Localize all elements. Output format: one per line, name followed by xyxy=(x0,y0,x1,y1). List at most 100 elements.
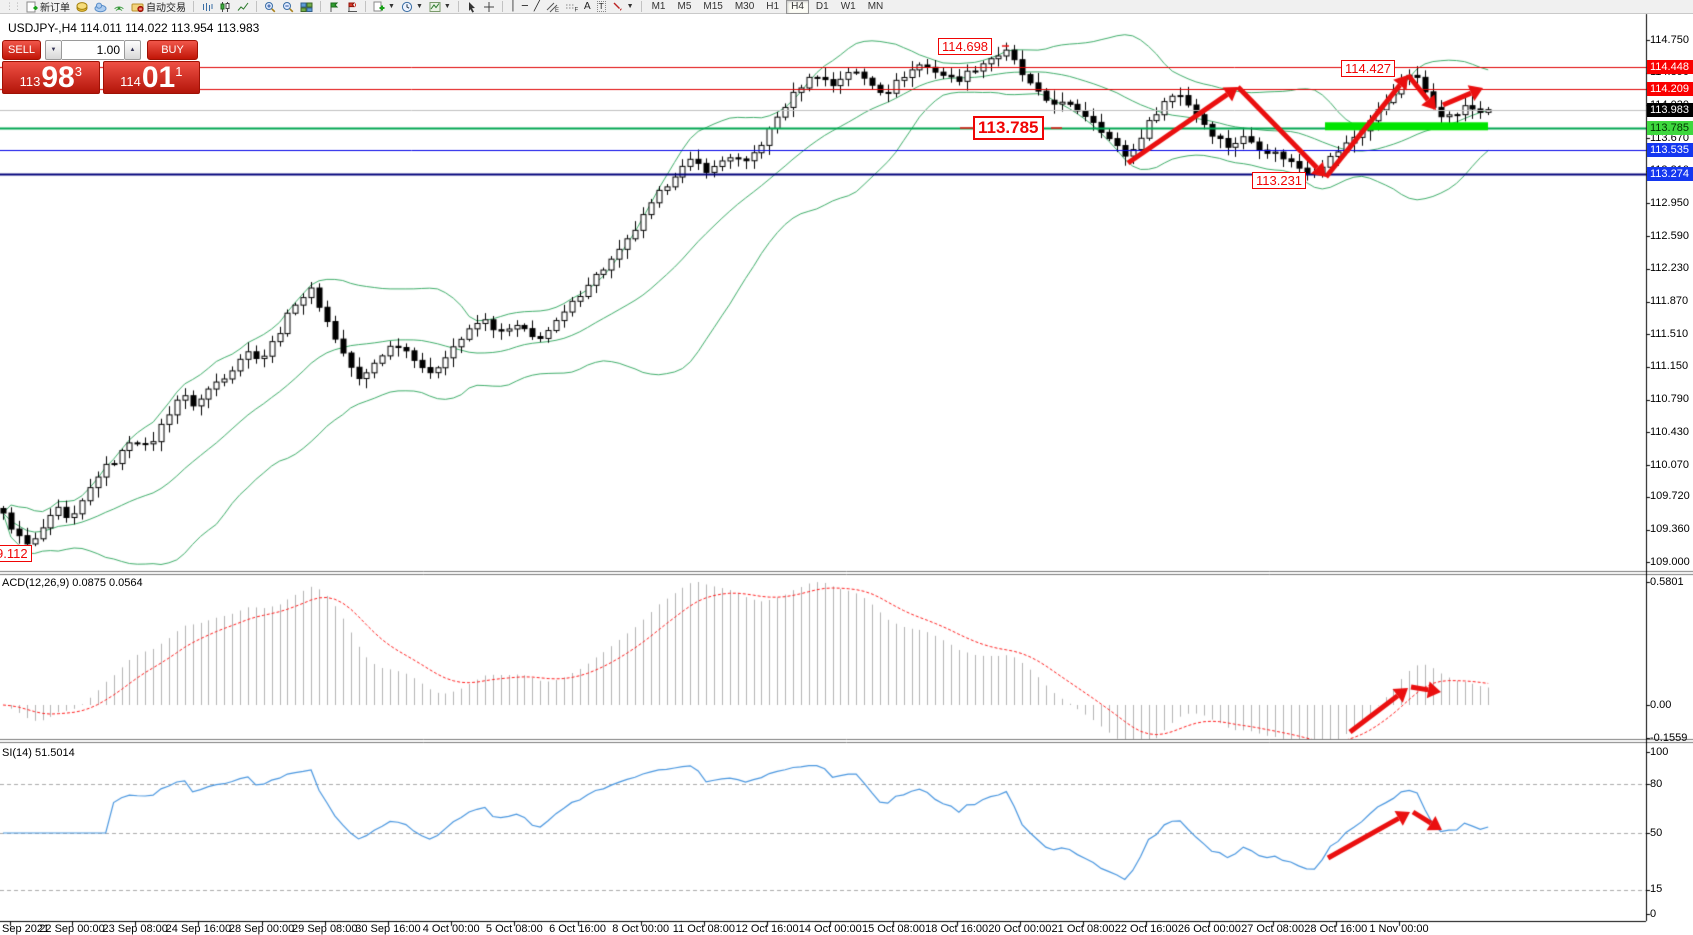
equidistant-channel-icon: E xyxy=(546,1,559,13)
price-badge: 113.274 xyxy=(1647,167,1693,181)
indicators-button[interactable]: ▼ xyxy=(371,0,397,13)
crosshair-button[interactable] xyxy=(481,0,497,13)
arrows-button[interactable]: ▼ xyxy=(610,0,636,13)
label-button[interactable]: T xyxy=(595,0,608,13)
time-axis-label: 22 Sep 00:00 xyxy=(39,923,104,935)
main-toolbar: ⋮⋮ 新订单 自动交易 ▼ ▼ ▼ │ ─ ╱ E F A T ▼ M1M5M1… xyxy=(0,0,1693,14)
chart-line-button[interactable] xyxy=(235,0,251,13)
rsi-indicator-label: SI(14) 51.5014 xyxy=(2,747,75,759)
cloud-button[interactable] xyxy=(92,0,109,13)
time-axis-label: 1 Nov 00:00 xyxy=(1369,923,1428,935)
toolbar-grip: ⋮⋮ xyxy=(5,1,21,12)
chart-bars-button[interactable] xyxy=(199,0,215,13)
price-callout: 114.427 xyxy=(1341,60,1395,77)
price-axis-tick: 109.360 xyxy=(1650,523,1690,535)
toolbar-separator xyxy=(458,1,459,12)
rsi-axis-tick: 50 xyxy=(1650,827,1662,839)
timeframe-button-m5[interactable]: M5 xyxy=(672,0,696,14)
candlestick-icon xyxy=(219,1,231,13)
time-axis-label: 29 Sep 08:00 xyxy=(292,923,357,935)
volume-increase-button[interactable]: ▲ xyxy=(124,40,141,60)
price-axis-tick: 111.870 xyxy=(1650,295,1688,307)
buy-button[interactable]: BUY xyxy=(147,40,198,60)
price-axis-tick: 110.430 xyxy=(1650,426,1689,438)
fibo-retracement-icon: F xyxy=(565,1,578,13)
timeframe-button-h1[interactable]: H1 xyxy=(761,0,784,14)
new-order-button[interactable]: 新订单 xyxy=(24,0,72,13)
price-axis-tick: 112.230 xyxy=(1650,262,1689,274)
zoom-in-button[interactable] xyxy=(262,0,278,13)
cloud-icon xyxy=(94,1,107,13)
timeframe-toolbar: M1M5M15M30H1H4D1W1MN xyxy=(647,0,889,14)
time-axis-label: 8 Oct 00:00 xyxy=(612,923,669,935)
time-axis-label: 27 Oct 08:00 xyxy=(1241,923,1304,935)
time-axis-label: 6 Oct 16:00 xyxy=(549,923,606,935)
coins-icon xyxy=(76,1,88,13)
time-axis-label: 11 Oct 08:00 xyxy=(673,923,735,935)
trendline-icon: ╱ xyxy=(534,1,540,13)
text-icon: A xyxy=(584,1,591,13)
templates-button[interactable]: ▼ xyxy=(427,0,453,13)
macd-axis-tick: 0.00 xyxy=(1650,699,1671,711)
vertical-line-button[interactable]: │ xyxy=(508,0,518,13)
fibo-button[interactable]: F xyxy=(563,0,580,13)
timeframe-button-m30[interactable]: M30 xyxy=(730,0,759,14)
zoom-out-button[interactable] xyxy=(280,0,296,13)
auto-trading-button[interactable]: 自动交易 xyxy=(129,0,188,13)
price-axis-tick: 110.070 xyxy=(1650,459,1689,471)
caret-down-icon: ▼ xyxy=(416,3,423,10)
template-icon xyxy=(429,1,441,13)
toolbar-separator xyxy=(256,1,257,12)
macd-axis-tick: -0.1559 xyxy=(1650,732,1687,744)
price-callout: 113.231 xyxy=(1252,172,1306,189)
tile-windows-button[interactable] xyxy=(298,0,315,13)
chart-shift-icon xyxy=(346,1,358,13)
caret-down-icon: ▼ xyxy=(627,3,634,10)
cursor-button[interactable] xyxy=(464,0,479,13)
timeframe-button-h4[interactable]: H4 xyxy=(786,0,809,14)
text-button[interactable]: A xyxy=(582,0,593,13)
volume-decrease-button[interactable]: ▼ xyxy=(45,40,62,60)
horizontal-line-button[interactable]: ─ xyxy=(520,0,530,13)
price-badge: 114.209 xyxy=(1647,82,1693,96)
time-axis-label: 12 Oct 16:00 xyxy=(736,923,799,935)
clock-icon xyxy=(401,1,413,13)
chart-candles-button[interactable] xyxy=(217,0,233,13)
timeframe-button-mn[interactable]: MN xyxy=(863,0,889,14)
signal-button[interactable] xyxy=(111,0,127,13)
volume-input[interactable] xyxy=(62,40,124,60)
timeframe-button-w1[interactable]: W1 xyxy=(836,0,861,14)
toolbar-separator xyxy=(193,1,194,12)
caret-down-icon: ▼ xyxy=(444,3,451,10)
time-axis-label: 15 Oct 08:00 xyxy=(862,923,925,935)
toolbar-separator xyxy=(502,1,503,12)
time-axis-label: 5 Oct 08:00 xyxy=(486,923,543,935)
sell-button[interactable]: SELL xyxy=(2,40,41,60)
text-label-icon: T xyxy=(597,1,606,12)
auto-scroll-button[interactable] xyxy=(326,0,342,13)
ask-big-digits: 01 xyxy=(142,63,175,93)
timeframe-button-d1[interactable]: D1 xyxy=(811,0,834,14)
price-badge: 113.983 xyxy=(1647,103,1693,117)
bid-quote-button[interactable]: 113983 xyxy=(2,61,100,94)
timeframe-button-m15[interactable]: M15 xyxy=(698,0,727,14)
periods-button[interactable]: ▼ xyxy=(399,0,425,13)
time-axis-label: 4 Oct 00:00 xyxy=(423,923,480,935)
price-axis-tick: 111.510 xyxy=(1650,328,1688,340)
up-triangle-icon: ▲ xyxy=(130,47,136,53)
timeframe-button-m1[interactable]: M1 xyxy=(647,0,671,14)
rsi-axis-tick: 0 xyxy=(1650,908,1656,920)
time-axis-label: 30 Sep 16:00 xyxy=(355,923,420,935)
one-click-trading-panel: SELL ▼ ▲ BUY 113983 114011 xyxy=(2,40,200,94)
price-callout: 9.112 xyxy=(0,545,32,562)
trendline-button[interactable]: ╱ xyxy=(532,0,542,13)
time-axis-label: 18 Oct 16:00 xyxy=(925,923,988,935)
tile-windows-icon xyxy=(300,1,313,13)
channel-button[interactable]: E xyxy=(544,0,561,13)
market-watch-button[interactable] xyxy=(74,0,90,13)
signal-icon xyxy=(113,1,125,13)
ask-quote-button[interactable]: 114011 xyxy=(103,61,201,94)
price-callout: 113.785 xyxy=(973,116,1044,140)
chart-shift-button[interactable] xyxy=(344,0,360,13)
auto-trading-label: 自动交易 xyxy=(146,0,186,14)
